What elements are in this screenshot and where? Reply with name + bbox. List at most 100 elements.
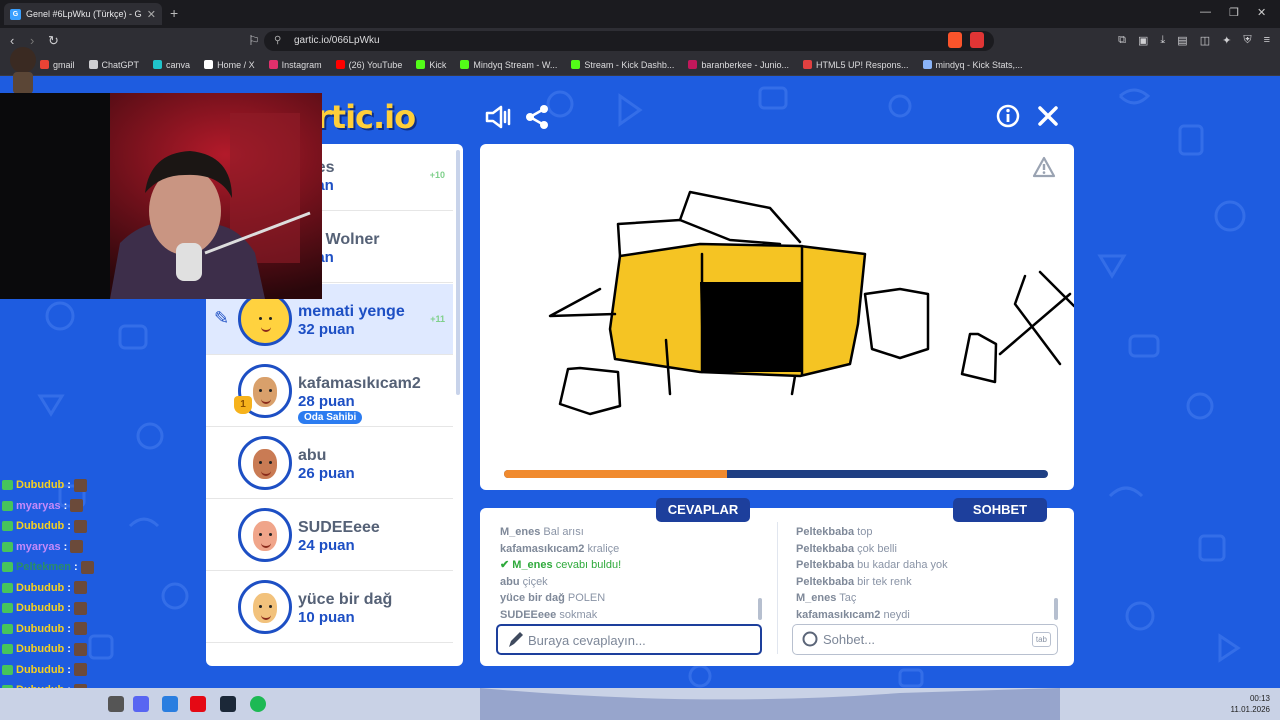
player-list-scrollbar[interactable] [456, 150, 460, 395]
stream-chat-separator: : [67, 479, 71, 491]
message-author: yüce bir dağ [500, 592, 565, 605]
system-clock[interactable]: 00:13 11.01.2026 [1231, 693, 1270, 715]
player-points: 26 puan [298, 465, 355, 482]
subscriber-badge-icon [2, 582, 13, 593]
address-bar[interactable]: ⚲ gartic.io/066LpWku [264, 31, 994, 51]
sound-icon[interactable] [484, 104, 512, 130]
emote-icon [73, 663, 87, 677]
browser-tab-bar: G Genel #6LpWku (Türkçe) - Gartic ✕ + — … [0, 0, 1280, 28]
message-text: sokmak [559, 608, 598, 621]
stream-chat-user: Dubudub [16, 520, 65, 532]
stream-chat-separator: : [67, 643, 71, 655]
stream-chat-line: myaryas: [2, 496, 94, 517]
bookmark-item[interactable]: Stream - Kick Dashb... [571, 60, 674, 70]
avatar-eye [269, 389, 272, 392]
player-name: abu [298, 447, 327, 464]
bookmark-label: (26) YouTube [348, 59, 403, 70]
player-avatar [238, 436, 292, 490]
avatar-eye [259, 317, 262, 320]
share-icon[interactable] [525, 104, 551, 130]
gartic-favicon-icon: G [10, 8, 21, 20]
bookmark-item[interactable]: (26) YouTube [335, 59, 403, 70]
bookmark-item[interactable]: mindyq - Kick Stats,... [922, 60, 1023, 70]
chat-input[interactable]: Sohbet... tab [792, 624, 1058, 655]
sidebar-icon[interactable]: ▤ [1177, 34, 1187, 47]
info-icon[interactable] [996, 104, 1020, 128]
bookmark-item[interactable]: baranberkee - Junio... [688, 60, 789, 70]
player-name: yüce bir dağ [298, 591, 393, 608]
player-name: memati yenge [298, 303, 405, 320]
bookmark-item[interactable]: Home / X [204, 60, 255, 70]
subscriber-badge-icon [2, 541, 13, 552]
bookmark-item[interactable]: HTML5 UP! Respons... [802, 60, 909, 70]
maximize-icon[interactable]: ❐ [1229, 6, 1239, 19]
vpn-icon[interactable]: ⛨ [1243, 34, 1251, 47]
message-text: POLEN [567, 592, 606, 605]
discord-icon[interactable] [133, 696, 149, 712]
minimize-icon[interactable]: — [1200, 6, 1211, 18]
close-tab-icon[interactable]: ✕ [147, 8, 156, 21]
bookmark-item[interactable]: canva [153, 60, 190, 70]
menu-icon[interactable]: ≡ [1264, 34, 1270, 47]
browser-tab[interactable]: G Genel #6LpWku (Türkçe) - Gartic ✕ [4, 3, 162, 25]
player-row[interactable]: SUDEEeee 24 puan [206, 500, 453, 571]
obs-icon[interactable] [108, 696, 124, 712]
bookmark-favicon-icon [335, 60, 345, 69]
vscode-icon[interactable] [162, 696, 178, 712]
message-text: bu kadar daha yok [857, 559, 948, 572]
emote-icon [73, 478, 87, 492]
emote-icon [73, 581, 87, 595]
steam-icon[interactable] [220, 696, 236, 712]
tab-key-hint: tab [1031, 632, 1051, 647]
screenshot-icon[interactable]: ▣ [1138, 34, 1148, 47]
spotify-icon[interactable] [250, 696, 266, 712]
new-tab-button[interactable]: + [170, 5, 178, 21]
stream-chat-separator: : [63, 540, 68, 553]
reload-icon[interactable]: ↻ [48, 33, 59, 49]
player-row[interactable]: 1 kafamasıkıcam2 28 puan Oda Sahibi [206, 356, 453, 427]
bookmark-favicon-icon [268, 60, 278, 69]
download-icon[interactable]: ⤓ [1160, 34, 1165, 47]
chat-scrollbar[interactable] [1054, 598, 1058, 620]
bookmark-item[interactable]: Kick [416, 60, 446, 70]
player-points: 28 puan [298, 393, 355, 410]
bookmark-label: Stream - Kick Dashb... [584, 59, 675, 70]
player-points: 24 puan [298, 537, 355, 554]
emote-icon [80, 560, 94, 574]
wallet-icon[interactable]: ◫ [1200, 34, 1210, 47]
bookmark-item[interactable]: gmail [40, 60, 75, 70]
site-settings-icon[interactable]: ⚲ [274, 31, 281, 51]
message-line: Peltekbaba top [796, 524, 1056, 541]
stream-chat-line: Dubudub: [2, 660, 94, 681]
leo-ai-icon[interactable]: ✦ [1222, 34, 1231, 47]
message-line: kafamasıkıcam2 kraliçe [500, 541, 760, 558]
emote-icon [70, 540, 84, 554]
round-timer-fill [504, 470, 728, 478]
answer-input[interactable]: Buraya cevaplayın... [496, 624, 762, 655]
clock-time: 00:13 [1249, 694, 1270, 703]
bookmark-icon[interactable]: ⚐ [248, 33, 260, 49]
avatar-eye [259, 389, 262, 392]
close-icon[interactable] [1036, 104, 1060, 128]
webcam-feed [0, 93, 322, 299]
brave-shields-icon[interactable] [948, 32, 962, 48]
close-window-icon[interactable]: ✕ [1257, 6, 1266, 19]
player-row[interactable]: yüce bir dağ 10 puan [206, 572, 453, 643]
extensions-icon[interactable]: ⧉ [1118, 34, 1126, 47]
stream-chat-separator: : [63, 499, 68, 512]
avatar-eye [269, 317, 272, 320]
netflix-icon[interactable] [190, 696, 206, 712]
report-warning-icon[interactable] [1032, 156, 1056, 178]
emote-icon [73, 622, 87, 636]
gartic-logo[interactable]: rtic.io [316, 98, 416, 136]
drawing-canvas[interactable] [480, 144, 1074, 490]
bookmark-item[interactable]: ChatGPT [88, 60, 139, 70]
stream-chat-user: Dubudub [16, 581, 65, 594]
brave-rewards-icon[interactable] [970, 32, 984, 48]
player-row[interactable]: abu 26 puan [206, 428, 453, 499]
answers-scrollbar[interactable] [758, 598, 762, 620]
message-line: SUDEEeee sokmak [500, 607, 760, 624]
bookmark-item[interactable]: Instagram [268, 60, 322, 70]
bookmark-item[interactable]: Mindyq Stream - W... [460, 60, 557, 70]
stream-chat-user: Peltekmen [16, 561, 72, 573]
